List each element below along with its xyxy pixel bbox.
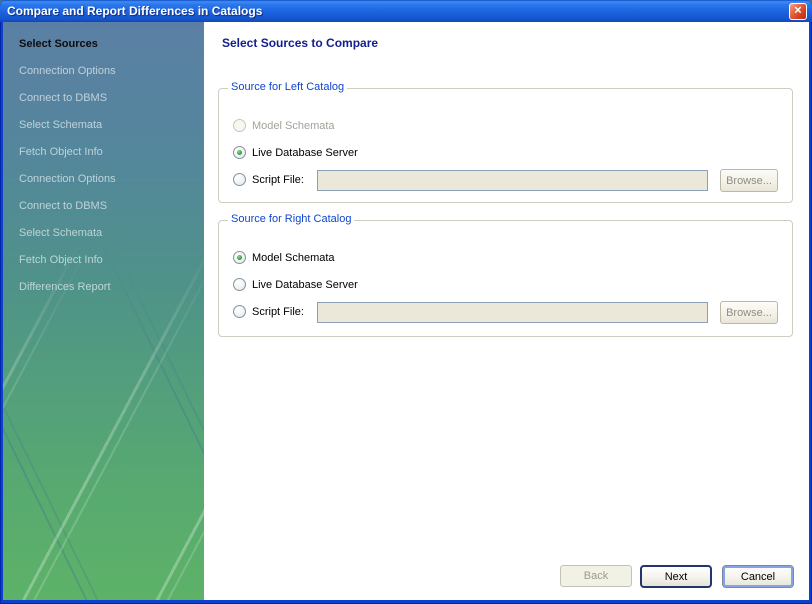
sidebar-item-select-sources: Select Sources	[3, 31, 204, 58]
sidebar-item-connect-to-dbms-2: Connect to DBMS	[3, 193, 204, 220]
cancel-button[interactable]: Cancel	[722, 565, 794, 588]
right-script-file-input[interactable]	[317, 302, 708, 323]
radio-left-model-schemata[interactable]	[233, 119, 246, 132]
sidebar-item-connection-options-1: Connection Options	[3, 58, 204, 85]
option-row: Script File: Browse...	[233, 301, 784, 325]
sidebar-item-connect-to-dbms-1: Connect to DBMS	[3, 85, 204, 112]
left-browse-button[interactable]: Browse...	[720, 169, 778, 192]
sidebar-item-connection-options-2: Connection Options	[3, 166, 204, 193]
radio-label-right-live-database-server[interactable]: Live Database Server	[252, 279, 358, 291]
title-bar[interactable]: Compare and Report Differences in Catalo…	[0, 0, 812, 22]
radio-right-live-database-server[interactable]	[233, 278, 246, 291]
page-title: Select Sources to Compare	[222, 36, 378, 50]
group-source-left-catalog-title: Source for Left Catalog	[228, 81, 347, 93]
close-button[interactable]: ✕	[789, 3, 807, 20]
option-row: Script File: Browse...	[233, 169, 784, 193]
right-browse-button[interactable]: Browse...	[720, 301, 778, 324]
radio-right-model-schemata[interactable]	[233, 251, 246, 264]
radio-label-left-live-database-server[interactable]: Live Database Server	[252, 147, 358, 159]
sidebar-item-select-schemata-2: Select Schemata	[3, 220, 204, 247]
group-source-right-catalog-title: Source for Right Catalog	[228, 213, 354, 225]
option-row: Model Schemata	[233, 115, 784, 139]
next-button[interactable]: Next	[640, 565, 712, 588]
left-script-file-input[interactable]	[317, 170, 708, 191]
radio-label-right-script-file[interactable]: Script File:	[252, 306, 304, 318]
group-source-left-catalog: Source for Left Catalog Model Schemata L…	[218, 88, 793, 203]
sidebar-item-select-schemata-1: Select Schemata	[3, 112, 204, 139]
radio-left-live-database-server[interactable]	[233, 146, 246, 159]
option-row: Live Database Server	[233, 274, 784, 298]
sidebar-item-fetch-object-info-2: Fetch Object Info	[3, 247, 204, 274]
dialog-window: Compare and Report Differences in Catalo…	[0, 0, 812, 604]
option-row: Model Schemata	[233, 247, 784, 271]
wizard-step-list: Select Sources Connection Options Connec…	[3, 22, 204, 301]
back-button[interactable]: Back	[560, 565, 632, 587]
radio-right-script-file[interactable]	[233, 305, 246, 318]
radio-label-left-script-file[interactable]: Script File:	[252, 174, 304, 186]
wizard-steps-sidebar: Select Sources Connection Options Connec…	[3, 22, 204, 600]
group-source-right-catalog: Source for Right Catalog Model Schemata …	[218, 220, 793, 337]
radio-label-right-model-schemata[interactable]: Model Schemata	[252, 252, 335, 264]
radio-left-script-file[interactable]	[233, 173, 246, 186]
window-title: Compare and Report Differences in Catalo…	[7, 4, 262, 18]
close-icon: ✕	[790, 4, 806, 19]
main-content: Select Sources to Compare Source for Lef…	[204, 22, 809, 600]
window-body: Select Sources Connection Options Connec…	[3, 22, 809, 600]
sidebar-item-differences-report: Differences Report	[3, 274, 204, 301]
option-row: Live Database Server	[233, 142, 784, 166]
radio-label-left-model-schemata[interactable]: Model Schemata	[252, 120, 335, 132]
sidebar-item-fetch-object-info-1: Fetch Object Info	[3, 139, 204, 166]
